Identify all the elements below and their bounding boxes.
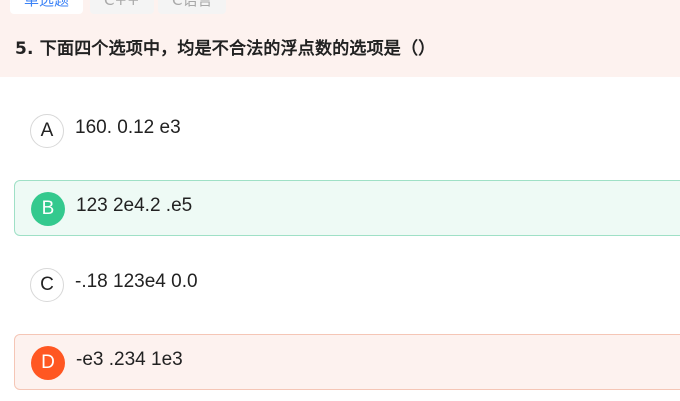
option-d-letter-badge: D [31,346,65,380]
option-d[interactable]: D -e3 .234 1e3 [14,334,680,390]
option-a[interactable]: A 160. 0.12 e3 [14,103,680,159]
tag-c-language: C语言 [158,0,227,14]
question-title: 5. 下面四个选项中，均是不合法的浮点数的选项是（） [15,39,436,59]
tag-cpp: C++ [90,0,154,14]
option-a-text: 160. 0.12 e3 [75,117,181,138]
option-c-text: -.18 123e4 0.0 [75,271,198,292]
option-a-letter-badge: A [30,114,64,148]
tag-single-choice: 单选题 [10,0,84,14]
option-b[interactable]: B 123 2e4.2 .e5 [14,180,680,236]
option-b-letter-badge: B [31,192,65,226]
option-d-text: -e3 .234 1e3 [76,349,183,370]
option-c[interactable]: C -.18 123e4 0.0 [14,257,680,313]
option-b-text: 123 2e4.2 .e5 [76,195,193,216]
option-c-letter-badge: C [30,268,64,302]
question-header: 单选题 C++ C语言 5. 下面四个选项中，均是不合法的浮点数的选项是（） [0,0,680,77]
